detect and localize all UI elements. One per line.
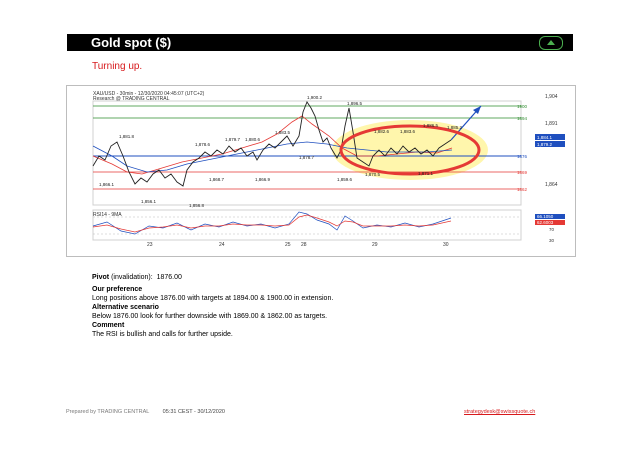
pivot-label: Pivot bbox=[92, 274, 110, 281]
callout: 1,868.7 bbox=[209, 177, 225, 182]
price-chart: XAU/USD - 30min - 12/30/2020 04:45:07 (U… bbox=[66, 85, 576, 257]
preference-text: Long positions above 1876.00 with target… bbox=[92, 295, 334, 302]
callout: 1,885.2 bbox=[447, 125, 463, 130]
callout: 1,883.5 bbox=[275, 130, 291, 135]
price-tick: 1,891 bbox=[545, 121, 558, 127]
alternative-text: Below 1876.00 look for further downside … bbox=[92, 313, 328, 320]
rsi-frame bbox=[92, 209, 522, 241]
preference-heading: Our preference bbox=[92, 286, 143, 293]
level-tag: 1876 bbox=[517, 154, 528, 159]
rsi-value: 66.1050 bbox=[537, 214, 554, 219]
callout: 1,883.6 bbox=[400, 129, 416, 134]
price-label: 1,884.1 bbox=[537, 135, 553, 140]
analysis-section: Pivot (invalidation): 1876.00 Our prefer… bbox=[92, 273, 492, 339]
header-bar: Gold spot ($) bbox=[67, 34, 573, 51]
price-label: 1,879.2 bbox=[537, 142, 553, 147]
rsi-tick: 70 bbox=[549, 227, 555, 232]
footer-timestamp: 05:31 CEST - 30/12/2020 bbox=[162, 409, 225, 415]
pivot-line: Pivot (invalidation): 1876.00 bbox=[92, 273, 492, 282]
date-label: 24 bbox=[219, 242, 225, 248]
source-line: Research @ TRADING CENTRAL bbox=[93, 96, 170, 102]
page-title: Gold spot ($) bbox=[91, 35, 172, 50]
callout: 1,881.8 bbox=[119, 134, 135, 139]
rsi-line bbox=[92, 211, 452, 235]
comment-text: The RSI is bullish and calls for further… bbox=[92, 331, 233, 338]
callout: 1,866.1 bbox=[99, 182, 115, 187]
rsi-value: 62.6003 bbox=[537, 220, 554, 225]
footer-info: Prepared by TRADING CENTRAL 05:31 CEST -… bbox=[66, 409, 225, 415]
pivot-note: (invalidation): bbox=[111, 274, 153, 281]
callout: 1,882.6 bbox=[374, 129, 390, 134]
level-tag: 1869 bbox=[517, 170, 528, 175]
chart-svg: XAU/USD - 30min - 12/30/2020 04:45:07 (U… bbox=[92, 91, 565, 248]
callout: 1,859.6 bbox=[337, 177, 353, 182]
callout: 1,880.6 bbox=[245, 137, 261, 142]
level-tag: 1894 bbox=[517, 116, 528, 121]
contact-email-link[interactable]: strategydesk@swissquote.ch bbox=[464, 409, 535, 415]
price-tick: 1,904 bbox=[545, 94, 558, 100]
pivot-value: 1876.00 bbox=[156, 274, 182, 281]
rsi-tick: 30 bbox=[549, 238, 555, 243]
date-label: 23 bbox=[147, 242, 153, 248]
callout: 1,879.7 bbox=[225, 137, 241, 142]
callout: 1,871.1 bbox=[418, 171, 434, 176]
callout: 1,896.5 bbox=[347, 101, 363, 106]
callout: 1,856.1 bbox=[141, 199, 157, 204]
callout: 1,878.7 bbox=[299, 155, 315, 160]
date-label: 28 bbox=[301, 242, 307, 248]
price-tick: 1,864 bbox=[545, 182, 558, 188]
level-tag: 1900 bbox=[517, 104, 528, 109]
rsi-ma-line bbox=[92, 214, 452, 233]
callout: 1,870.5 bbox=[365, 172, 381, 177]
callout: 1,900.2 bbox=[307, 95, 323, 100]
prepared-by: Prepared by TRADING CENTRAL bbox=[66, 409, 150, 415]
date-label: 25 bbox=[285, 242, 291, 248]
callout: 1,856.8 bbox=[189, 203, 205, 208]
callout: 1,866.9 bbox=[255, 177, 271, 182]
navigate-up-icon[interactable] bbox=[539, 35, 563, 50]
callout: 1,878.6 bbox=[195, 142, 211, 147]
comment-heading: Comment bbox=[92, 322, 125, 329]
alternative-heading: Alternative scenario bbox=[92, 304, 159, 311]
callout: 1,886.5 bbox=[423, 123, 439, 128]
date-label: 30 bbox=[443, 242, 449, 248]
level-tag: 1862 bbox=[517, 187, 528, 192]
page-subtitle: Turning up. bbox=[92, 61, 143, 72]
date-label: 29 bbox=[372, 242, 378, 248]
